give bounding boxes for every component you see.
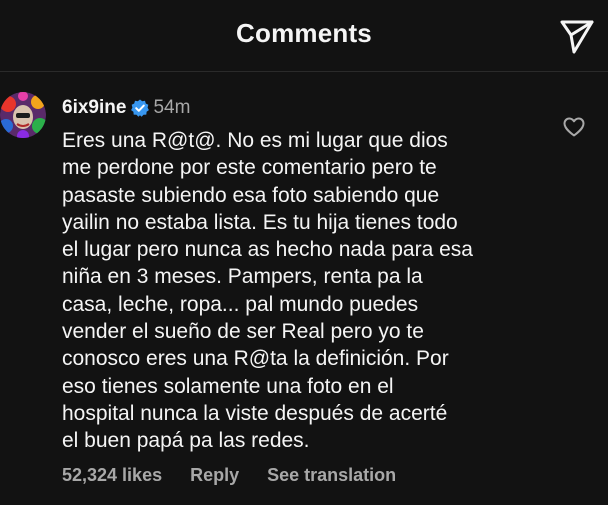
page-title: Comments <box>236 18 372 48</box>
comment-meta: 6ix9ine 54m <box>62 96 190 120</box>
comment-body: Eres una R@t@. No es mi lugar que dios m… <box>62 129 473 453</box>
comment-timestamp: 54m <box>153 97 191 118</box>
heart-outline-icon[interactable] <box>563 117 585 137</box>
comment-actions: 52,324 likes Reply See translation <box>62 463 396 487</box>
see-translation-button[interactable]: See translation <box>267 465 396 486</box>
username[interactable]: 6ix9ine <box>62 97 126 119</box>
verified-badge-icon <box>131 99 150 117</box>
likes-count[interactable]: 52,324 likes <box>62 465 162 486</box>
reply-button[interactable]: Reply <box>190 465 239 486</box>
send-icon[interactable] <box>558 16 596 54</box>
avatar[interactable] <box>0 92 46 138</box>
comments-header: Comments <box>0 0 608 70</box>
header-divider <box>0 71 608 72</box>
